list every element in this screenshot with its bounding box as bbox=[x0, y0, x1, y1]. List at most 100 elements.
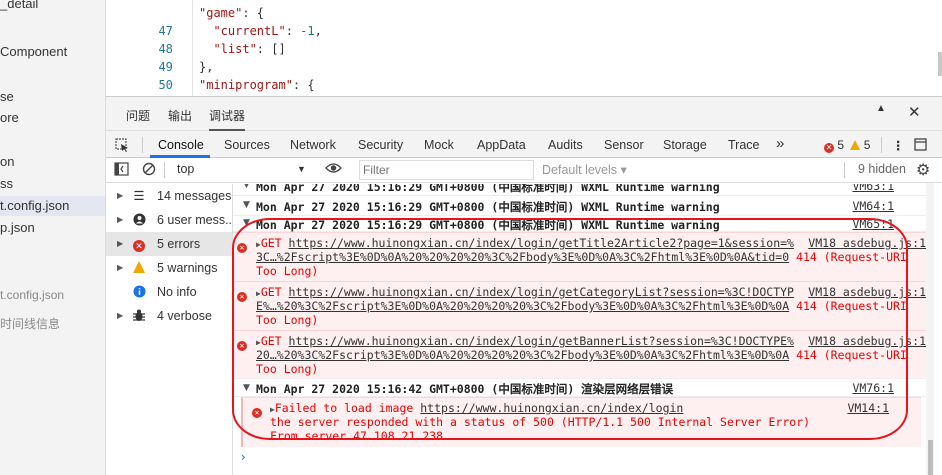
clear-console-icon[interactable] bbox=[142, 162, 156, 179]
source-link[interactable]: VM65:1 bbox=[852, 217, 894, 231]
source-link[interactable]: VM18 asdebug.js:1 bbox=[808, 285, 926, 299]
sidebar-item-user-messages[interactable]: ▶ 6 user mess... bbox=[106, 208, 236, 232]
warning-icon bbox=[850, 140, 861, 150]
source-link[interactable]: VM64:1 bbox=[852, 199, 894, 213]
file-tree: _detail Component se ore on ss t.config.… bbox=[0, 0, 106, 475]
code-token: "miniprogram" bbox=[199, 78, 293, 92]
request-url[interactable]: https://www.huinongxian.cn/index/login/g… bbox=[289, 334, 794, 348]
error-counter[interactable]: ✕ 5 5 bbox=[824, 138, 870, 153]
maximize-icon[interactable]: ▲ bbox=[876, 103, 886, 114]
tab-console[interactable]: Console bbox=[158, 138, 204, 152]
console-prompt[interactable]: › bbox=[241, 450, 246, 464]
tab-problems[interactable]: 问题 bbox=[126, 107, 150, 124]
collapse-arrow-icon[interactable]: ▼ bbox=[243, 200, 250, 210]
inspect-icon[interactable] bbox=[115, 138, 129, 155]
tab-debugger[interactable]: 调试器 bbox=[209, 107, 246, 131]
tree-item[interactable]: Component bbox=[0, 42, 67, 62]
request-url-cont[interactable]: E%…%20%3C%2Fscript%3E%0D%0A%20%20%20%20%… bbox=[256, 299, 789, 313]
source-link[interactable]: VM18 asdebug.js:1 bbox=[808, 236, 926, 250]
editor-scrollbar[interactable] bbox=[938, 52, 942, 76]
error-message[interactable]: ✕ ▶GET https://www.huinongxian.cn/index/… bbox=[233, 232, 934, 281]
tree-item[interactable]: ore bbox=[0, 108, 19, 128]
gear-icon[interactable]: ⚙ bbox=[916, 160, 930, 180]
log-scrollbar-track[interactable] bbox=[926, 183, 934, 475]
log-scrollbar-thumb[interactable] bbox=[928, 440, 933, 475]
kebab-menu-icon[interactable]: ⋮ bbox=[892, 138, 905, 153]
devtools-panel: 问题 输出 调试器 ▲ ✕ Console Sources Network Se… bbox=[106, 96, 942, 475]
request-url-cont[interactable]: 3C…%2Fscript%3E%0D%0A%20%20%20%20%3C%2Fb… bbox=[256, 250, 789, 264]
log-group-header[interactable]: ▼ Mon Apr 27 2020 15:16:29 GMT+0800 (中国标… bbox=[233, 216, 934, 232]
source-link[interactable]: VM14:1 bbox=[847, 401, 889, 415]
sidebar-item-errors[interactable]: ▶ ✕ 5 errors bbox=[106, 232, 232, 256]
source-link[interactable]: VM76:1 bbox=[852, 381, 894, 395]
tree-item-selected[interactable]: t.config.json bbox=[0, 196, 105, 216]
source-link[interactable]: VM63:1 bbox=[852, 184, 894, 193]
tree-item[interactable]: p.json bbox=[0, 218, 35, 238]
tab-security[interactable]: Security bbox=[358, 138, 403, 152]
collapse-arrow-icon[interactable]: ▼ bbox=[243, 383, 250, 393]
filter-input[interactable] bbox=[359, 160, 534, 180]
tree-item[interactable]: ss bbox=[0, 174, 13, 194]
tab-audits[interactable]: Audits bbox=[548, 138, 583, 152]
eye-icon[interactable] bbox=[325, 161, 342, 178]
sidebar-item-verbose[interactable]: ▶ 4 verbose bbox=[106, 304, 232, 328]
tab-output[interactable]: 输出 bbox=[168, 107, 192, 124]
error-message[interactable]: ✕ ▶Failed to load image https://www.huin… bbox=[241, 397, 921, 447]
expand-arrow-icon[interactable]: ▶ bbox=[117, 256, 123, 280]
log-group-title: Mon Apr 27 2020 15:16:29 GMT+0800 (中国标准时… bbox=[256, 184, 720, 194]
tab-network[interactable]: Network bbox=[290, 138, 336, 152]
tab-mock[interactable]: Mock bbox=[424, 138, 454, 152]
tree-item[interactable]: on bbox=[0, 152, 14, 172]
error-text: From server 47.108.21.238 bbox=[270, 429, 444, 443]
console-sidebar: ▶ ☰ 14 messages ▶ 6 user mess... ▶ ✕ 5 e… bbox=[106, 184, 236, 475]
divider bbox=[164, 162, 165, 178]
error-icon: ✕ bbox=[252, 403, 262, 418]
chevron-down-icon[interactable]: ▼ bbox=[297, 164, 306, 174]
divider bbox=[142, 137, 143, 153]
expand-arrow-icon[interactable]: ▶ bbox=[117, 184, 123, 208]
tree-item[interactable]: t.config.json bbox=[0, 285, 64, 305]
source-link[interactable]: VM18 asdebug.js:1 bbox=[808, 334, 926, 348]
close-icon[interactable]: ✕ bbox=[908, 103, 921, 121]
sidebar-toggle-icon[interactable] bbox=[114, 162, 129, 179]
log-group-header[interactable]: ▼ Mon Apr 27 2020 15:16:42 GMT+0800 (中国标… bbox=[233, 378, 934, 397]
request-url[interactable]: https://www.huinongxian.cn/index/login/g… bbox=[289, 236, 794, 250]
dock-icon[interactable] bbox=[914, 138, 927, 154]
expand-arrow-icon[interactable]: ▶ bbox=[117, 232, 123, 256]
tab-sources[interactable]: Sources bbox=[224, 138, 270, 152]
tree-item[interactable]: 时间线信息 bbox=[0, 314, 60, 334]
log-levels-dropdown[interactable]: Default levels ▾ bbox=[542, 162, 627, 177]
sidebar-item-info[interactable]: No info bbox=[106, 280, 232, 304]
error-status: 414 (Request-URI bbox=[796, 250, 907, 264]
code-token: : { bbox=[242, 6, 265, 20]
more-tabs-button[interactable]: » bbox=[776, 135, 784, 152]
tab-trace[interactable]: Trace bbox=[728, 138, 760, 152]
request-url-cont[interactable]: 20…%20%3C%2Fscript%3E%0D%0A%20%20%20%20%… bbox=[256, 348, 789, 362]
error-message[interactable]: ✕ ▶GET https://www.huinongxian.cn/index/… bbox=[233, 281, 934, 330]
sidebar-item-messages[interactable]: ▶ ☰ 14 messages bbox=[106, 184, 232, 208]
image-url[interactable]: https://www.huinongxian.cn/index/login bbox=[420, 401, 683, 415]
tree-item[interactable]: se bbox=[0, 87, 14, 107]
tab-storage[interactable]: Storage bbox=[663, 138, 707, 152]
request-url[interactable]: https://www.huinongxian.cn/index/login/g… bbox=[289, 285, 794, 299]
error-line: E%…%20%3C%2Fscript%3E%0D%0A%20%20%20%20%… bbox=[256, 299, 907, 313]
code-editor[interactable]: 47 "game": { 48 "currentL": -1, 49 "list… bbox=[106, 0, 942, 96]
context-selector[interactable]: top bbox=[177, 162, 194, 176]
log-group-header[interactable]: ▼ Mon Apr 27 2020 15:16:29 GMT+0800 (中国标… bbox=[233, 196, 934, 216]
tab-sensor[interactable]: Sensor bbox=[604, 138, 644, 152]
tree-item[interactable]: _detail bbox=[0, 0, 38, 14]
devtools-tab-bar: Console Sources Network Security Mock Ap… bbox=[106, 131, 942, 158]
error-message[interactable]: ✕ ▶GET https://www.huinongxian.cn/index/… bbox=[233, 330, 934, 378]
hidden-count: 9 hidden bbox=[858, 162, 906, 176]
log-group-header[interactable]: ▼ Mon Apr 27 2020 15:16:29 GMT+0800 (中国标… bbox=[233, 184, 934, 196]
info-icon bbox=[132, 280, 146, 304]
expand-arrow-icon[interactable]: ▶ bbox=[117, 304, 123, 328]
console-log[interactable]: ▼ Mon Apr 27 2020 15:16:29 GMT+0800 (中国标… bbox=[233, 184, 934, 475]
sidebar-item-label: 4 verbose bbox=[157, 309, 212, 323]
list-icon: ☰ bbox=[133, 189, 145, 203]
tab-appdata[interactable]: AppData bbox=[477, 138, 526, 152]
sidebar-item-warnings[interactable]: ▶ 5 warnings bbox=[106, 256, 232, 280]
expand-arrow-icon[interactable]: ▶ bbox=[117, 208, 123, 232]
collapse-arrow-icon[interactable]: ▼ bbox=[243, 184, 250, 190]
collapse-arrow-icon[interactable]: ▼ bbox=[243, 218, 250, 228]
